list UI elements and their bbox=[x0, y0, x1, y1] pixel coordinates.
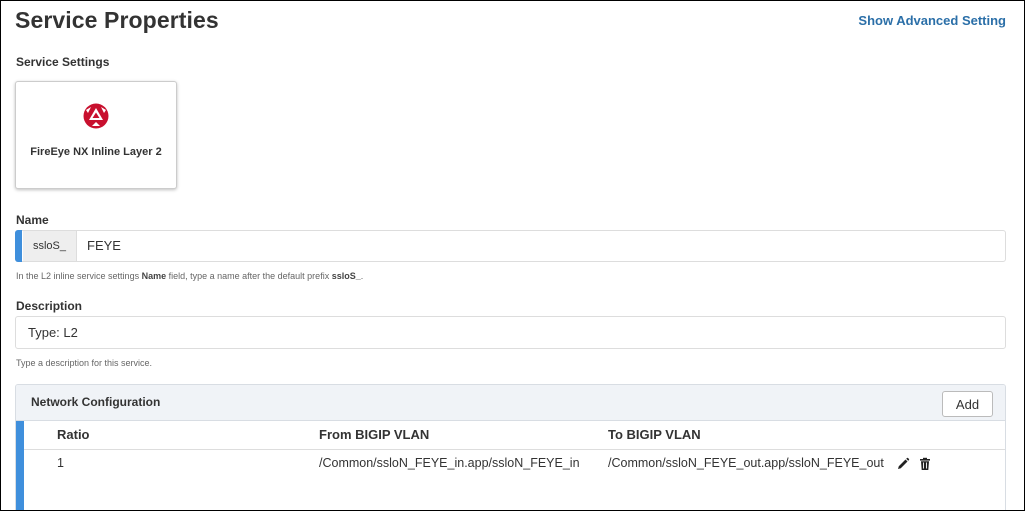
name-help-part: . bbox=[360, 271, 364, 281]
cell-to-vlan: /Common/ssloN_FEYE_out.app/ssloN_FEYE_ou… bbox=[608, 456, 884, 470]
column-header-to-vlan: To BIGIP VLAN bbox=[608, 427, 701, 442]
required-indicator bbox=[15, 230, 22, 262]
description-label: Description bbox=[16, 299, 83, 313]
show-advanced-setting-link[interactable]: Show Advanced Setting bbox=[858, 13, 1006, 28]
table-header: Ratio From BIGIP VLAN To BIGIP VLAN bbox=[24, 421, 1005, 450]
name-prefix: ssloS_ bbox=[23, 231, 77, 261]
row-actions bbox=[896, 455, 936, 473]
fireeye-logo-icon bbox=[82, 102, 110, 130]
name-help-bold: ssloS_ bbox=[331, 271, 361, 281]
add-button[interactable]: Add bbox=[942, 391, 993, 417]
trash-icon[interactable] bbox=[918, 457, 932, 471]
name-input[interactable]: FEYE bbox=[87, 231, 121, 261]
name-help-part: field, type a name after the default pre… bbox=[166, 271, 332, 281]
name-label: Name bbox=[16, 213, 49, 227]
service-settings-label: Service Settings bbox=[16, 55, 110, 69]
service-card-fireeye[interactable]: FireEye NX Inline Layer 2 bbox=[15, 81, 177, 189]
network-configuration-title: Network Configuration bbox=[31, 395, 161, 409]
description-help-text: Type a description for this service. bbox=[16, 358, 153, 368]
name-help-bold: Name bbox=[141, 271, 167, 281]
cell-from-vlan: /Common/ssloN_FEYE_in.app/ssloN_FEYE_in bbox=[319, 456, 580, 470]
cell-ratio: 1 bbox=[57, 456, 64, 470]
name-help-part: In the L2 inline service settings bbox=[16, 271, 142, 281]
column-header-ratio: Ratio bbox=[57, 427, 90, 442]
network-configuration-panel: Network Configuration Add Ratio From BIG… bbox=[15, 384, 1006, 510]
table-row: 1 /Common/ssloN_FEYE_in.app/ssloN_FEYE_i… bbox=[24, 450, 1005, 478]
network-configuration-header: Network Configuration Add bbox=[16, 385, 1005, 421]
name-help-text: In the L2 inline service settings Name f… bbox=[16, 271, 363, 281]
service-properties-page: Service Properties Show Advanced Setting… bbox=[0, 0, 1025, 511]
page-title: Service Properties bbox=[15, 7, 219, 33]
service-card-label: FireEye NX Inline Layer 2 bbox=[30, 146, 162, 158]
pencil-icon[interactable] bbox=[896, 457, 910, 471]
required-indicator bbox=[16, 421, 24, 510]
description-input[interactable]: Type: L2 bbox=[15, 316, 1006, 349]
column-header-from-vlan: From BIGIP VLAN bbox=[319, 427, 430, 442]
name-input-group[interactable]: ssloS_ FEYE bbox=[15, 230, 1006, 262]
